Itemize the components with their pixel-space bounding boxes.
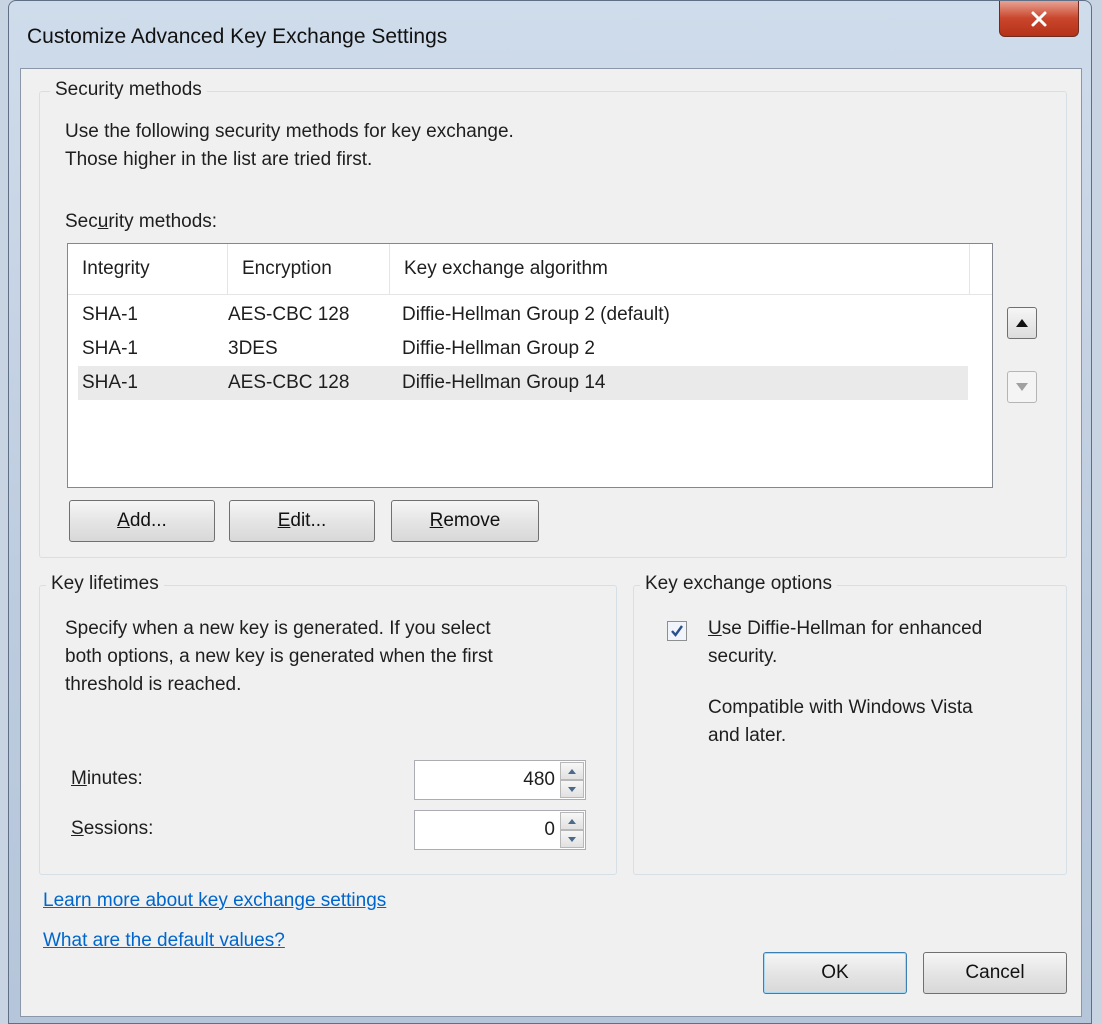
sessions-value: 0 [544,819,555,840]
remove-button[interactable]: Remove [391,500,539,542]
key-exchange-options-group-title: Key exchange options [640,573,837,595]
table-row[interactable]: SHA-1 AES-CBC 128 Diffie-Hellman Group 2… [78,298,968,332]
close-icon [1031,11,1047,26]
spin-up-icon [568,818,576,824]
cell-encryption: AES-CBC 128 [228,372,350,393]
security-methods-group-title: Security methods [50,79,207,101]
cell-algorithm: Diffie-Hellman Group 2 [402,338,595,359]
cell-integrity: SHA-1 [82,372,138,393]
move-down-button[interactable] [1007,371,1037,403]
spin-down-button[interactable] [560,780,584,798]
diffie-hellman-checkbox[interactable] [667,621,687,641]
learn-more-link[interactable]: Learn more about key exchange settings [43,890,386,912]
column-header-encryption[interactable]: Encryption [228,244,390,294]
cancel-button[interactable]: Cancel [923,952,1067,994]
cell-algorithm: Diffie-Hellman Group 2 (default) [402,304,670,325]
column-header-algorithm[interactable]: Key exchange algorithm [390,244,970,294]
spin-down-button[interactable] [560,830,584,848]
table-row[interactable]: SHA-1 3DES Diffie-Hellman Group 2 [78,332,968,366]
column-header-integrity[interactable]: Integrity [68,244,228,294]
move-up-button[interactable] [1007,307,1037,339]
cell-integrity: SHA-1 [82,304,138,325]
security-description-line2: Those higher in the list are tried first… [65,149,373,170]
close-button[interactable] [999,1,1079,37]
cell-algorithm: Diffie-Hellman Group 14 [402,372,606,393]
checkmark-icon [671,625,683,637]
cell-encryption: 3DES [228,338,278,359]
sessions-label: Sessions: [71,818,154,839]
lifetimes-description-line1: Specify when a new key is generated. If … [65,618,491,639]
lifetimes-description-line2: both options, a new key is generated whe… [65,646,493,667]
security-description-line1: Use the following security methods for k… [65,121,514,142]
ok-button[interactable]: OK [763,952,907,994]
dialog-client-area: Security methods Use the following secur… [20,68,1082,1017]
cell-encryption: AES-CBC 128 [228,304,350,325]
minutes-spinner[interactable]: 480 [414,760,586,800]
spin-down-icon [568,836,576,842]
compatibility-note-line1: Compatible with Windows Vista [708,697,973,718]
diffie-hellman-checkbox-label[interactable]: Use Diffie-Hellman for enhanced [708,616,982,642]
sessions-spin-buttons [560,812,584,848]
key-lifetimes-group-title: Key lifetimes [46,573,164,595]
edit-button[interactable]: Edit... [229,500,375,542]
title-bar: Customize Advanced Key Exchange Settings [9,1,1091,69]
minutes-value: 480 [523,769,555,790]
compatibility-note-line2: and later. [708,725,787,746]
minutes-spin-buttons [560,762,584,798]
list-header: Integrity Encryption Key exchange algori… [68,244,992,295]
default-values-link[interactable]: What are the default values? [43,930,285,952]
spin-up-icon [568,768,576,774]
triangle-up-icon [1016,319,1028,327]
table-row-selected[interactable]: SHA-1 AES-CBC 128 Diffie-Hellman Group 1… [78,366,968,400]
triangle-down-icon [1016,383,1028,391]
cell-integrity: SHA-1 [82,338,138,359]
diffie-hellman-checkbox-label-line2: security. [708,646,778,667]
sessions-spinner[interactable]: 0 [414,810,586,850]
spin-up-button[interactable] [560,812,584,830]
add-button[interactable]: Add... [69,500,215,542]
security-list-label: Security methods: [65,211,218,232]
security-methods-list[interactable]: Integrity Encryption Key exchange algori… [67,243,993,488]
spin-down-icon [568,786,576,792]
spin-up-button[interactable] [560,762,584,780]
window-title: Customize Advanced Key Exchange Settings [27,25,448,48]
lifetimes-description-line3: threshold is reached. [65,674,242,695]
minutes-label: Minutes: [71,768,143,789]
dialog-window: Customize Advanced Key Exchange Settings… [8,0,1092,1024]
